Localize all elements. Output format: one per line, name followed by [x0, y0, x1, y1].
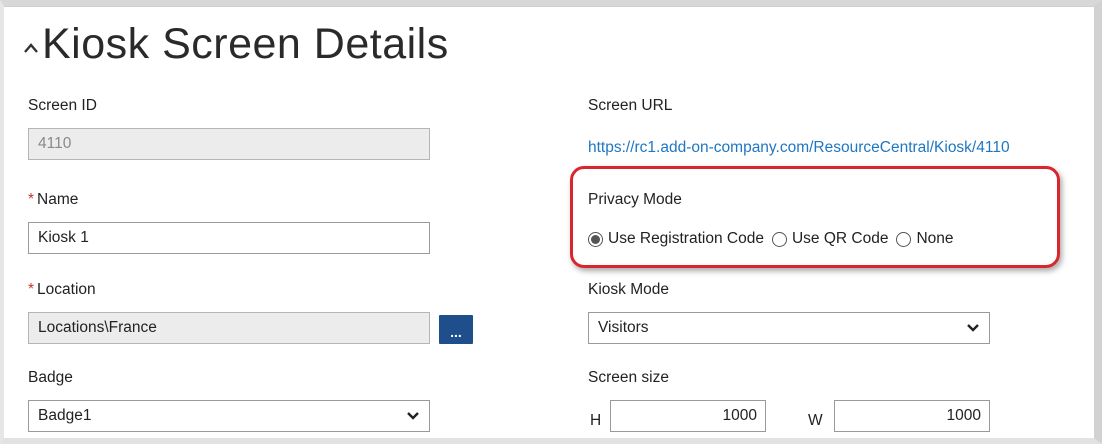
chevron-down-icon: [407, 412, 419, 420]
screen-url-link[interactable]: https://rc1.add-on-company.com/ResourceC…: [588, 138, 1010, 158]
privacy-mode-highlight: [570, 166, 1060, 268]
section-header[interactable]: Kiosk Screen Details: [20, 16, 449, 72]
location-field: Locations\France: [28, 312, 430, 344]
radio-label: Use Registration Code: [608, 230, 764, 247]
height-label: H: [590, 412, 602, 429]
badge-label: Badge: [28, 369, 73, 386]
page-title: Kiosk Screen Details: [42, 20, 449, 68]
name-label-text: Name: [37, 191, 79, 208]
required-mark: *: [28, 281, 35, 298]
radio-none[interactable]: None: [896, 230, 954, 248]
badge-selected-value: Badge1: [38, 407, 92, 424]
radio-unchecked-icon[interactable]: [896, 231, 912, 247]
chevron-down-icon: [967, 324, 979, 332]
name-label: * Name: [28, 190, 78, 210]
screen-url-label: Screen URL: [588, 97, 673, 114]
browse-location-button[interactable]: ...: [439, 315, 473, 344]
screen-size-label: Screen size: [588, 369, 669, 386]
radio-checked-icon[interactable]: [588, 231, 603, 247]
location-label: * Location: [28, 280, 96, 300]
privacy-mode-label: Privacy Mode: [588, 191, 682, 208]
screen-id-label: Screen ID: [28, 97, 97, 114]
kiosk-mode-selected-value: Visitors: [598, 319, 649, 336]
width-input[interactable]: 1000: [834, 400, 990, 432]
privacy-mode-options: Use Registration Code Use QR Code None: [588, 230, 962, 248]
radio-label: Use QR Code: [791, 230, 889, 247]
kiosk-mode-select[interactable]: Visitors: [588, 312, 990, 344]
kiosk-mode-label: Kiosk Mode: [588, 281, 669, 298]
location-label-text: Location: [37, 281, 96, 298]
width-label: W: [808, 412, 823, 429]
name-input[interactable]: Kiosk 1: [28, 222, 430, 254]
radio-use-registration-code[interactable]: Use Registration Code: [588, 230, 764, 248]
badge-select[interactable]: Badge1: [28, 400, 430, 432]
height-input[interactable]: 1000: [610, 400, 766, 432]
screen-id-field: 4110: [28, 128, 430, 160]
radio-use-qr-code[interactable]: Use QR Code: [771, 230, 889, 248]
kiosk-screen-details-panel: Kiosk Screen Details Screen ID 4110 * Nam…: [0, 0, 1102, 444]
radio-label: None: [916, 230, 954, 247]
chevron-up-icon[interactable]: [20, 24, 42, 64]
radio-unchecked-icon[interactable]: [771, 231, 787, 247]
required-mark: *: [28, 191, 35, 208]
